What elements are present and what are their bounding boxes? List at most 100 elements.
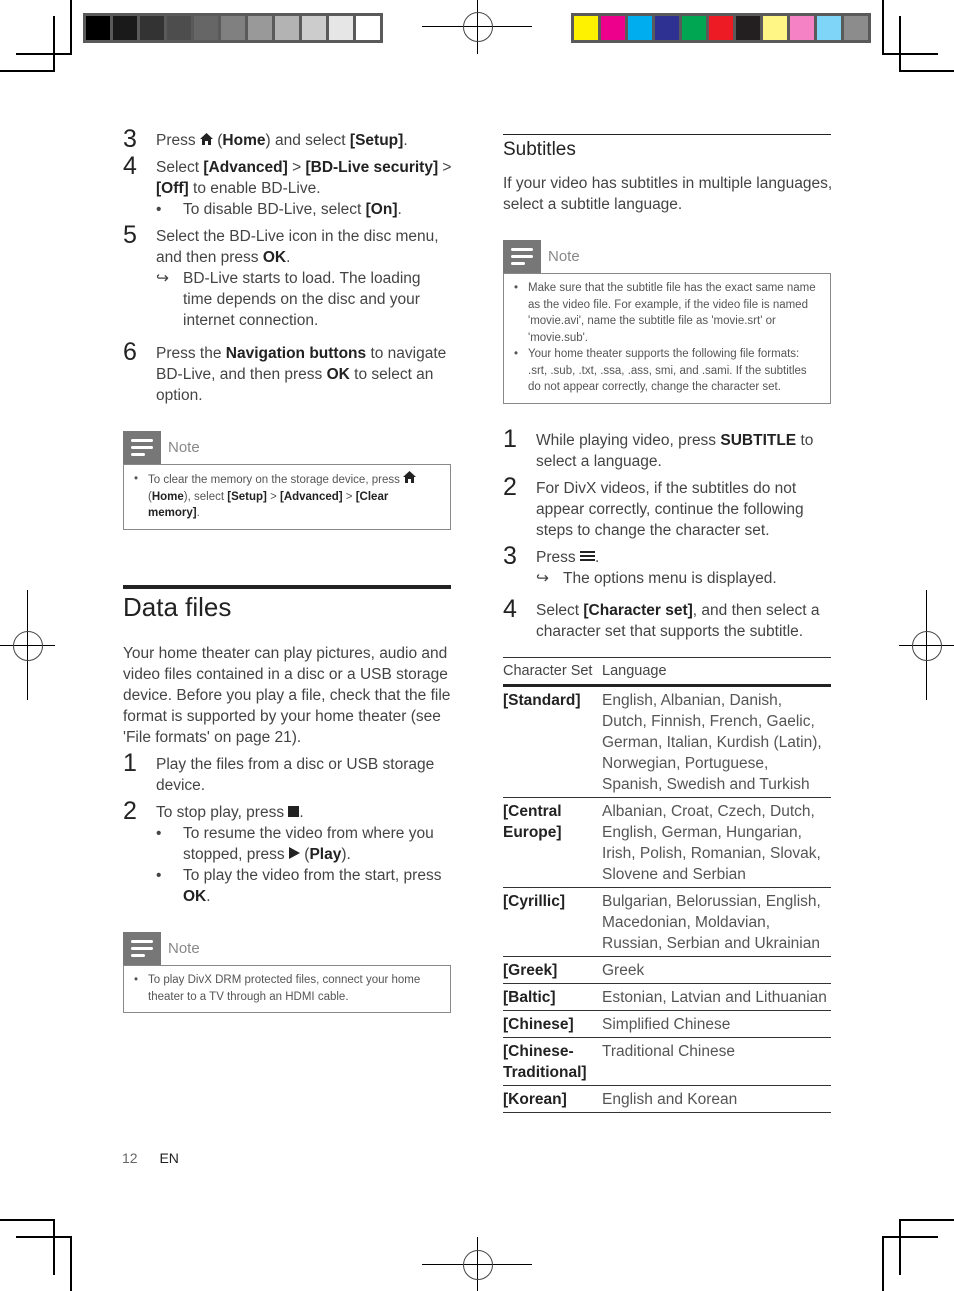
step-4: 4 Select [Character set], and then select… <box>503 595 833 642</box>
result-arrow-icon: ↪ <box>536 570 549 587</box>
ui-term: [Advanced] <box>279 490 343 503</box>
ui-term: OK <box>326 366 350 383</box>
bullet-icon: • <box>514 282 519 294</box>
color-swatch <box>655 16 679 40</box>
home-icon <box>199 130 213 151</box>
table-row: [Standard] English, Albanian, Danish, Dut… <box>503 685 831 798</box>
stop-icon <box>288 806 300 817</box>
ui-term: OK <box>183 888 207 905</box>
section-title-subtitles: Subtitles <box>503 139 576 160</box>
ui-term: [Character set] <box>583 602 693 619</box>
language-cell: Albanian, Croat, Czech, Dutch, English, … <box>602 797 831 888</box>
table-row: [Cyrillic] Bulgarian, Belorussian, Englis… <box>503 887 831 957</box>
color-swatch <box>140 16 164 40</box>
color-swatch <box>790 16 814 40</box>
character-set-cell: [Korean] <box>503 1085 602 1113</box>
table-row: [Central Europe] Albanian, Croat, Czech, … <box>503 797 831 888</box>
section-rule <box>503 134 831 135</box>
step-number: 2 <box>503 473 517 501</box>
color-swatch <box>113 16 137 40</box>
language-cell: Estonian, Latvian and Lithuanian <box>602 983 831 1011</box>
ui-term: [Clear memory] <box>148 490 389 520</box>
note-item: • To clear the memory on the storage devi… <box>132 471 440 522</box>
note-box-divx: Note • To play DivX DRM protected files, … <box>123 932 451 1013</box>
bullet-icon: • <box>514 348 519 360</box>
table-row: [Chinese-Traditional] Traditional Chinese <box>503 1037 831 1086</box>
step-number: 3 <box>123 125 137 153</box>
note-item: • Your home theater supports the followin… <box>514 348 807 393</box>
ui-term: Play <box>309 846 342 863</box>
color-swatch <box>763 16 787 40</box>
page-footer: 12 EN <box>122 1150 179 1166</box>
color-swatch <box>248 16 272 40</box>
step-text: Press (Home) and select [Setup]. <box>156 130 408 151</box>
table-row: [Greek] Greek <box>503 956 831 984</box>
note-item: • Make sure that the subtitle file has th… <box>514 282 816 344</box>
note-icon <box>123 431 161 464</box>
step-2: 2 For DivX videos, if the subtitles do no… <box>503 473 833 541</box>
options-menu-icon <box>579 547 595 568</box>
step-text: Select [Character set], and then select … <box>536 602 820 640</box>
note-label: Note <box>168 439 200 456</box>
bullet-icon: • <box>156 825 162 842</box>
character-set-cell: [Standard] <box>503 685 602 798</box>
note-icon <box>123 932 161 965</box>
ui-term: [On] <box>365 201 398 218</box>
note-label: Note <box>548 248 580 265</box>
language-cell: Traditional Chinese <box>602 1037 831 1086</box>
step-number: 5 <box>123 221 137 249</box>
result-item: ↪ The options menu is displayed. <box>536 570 777 587</box>
color-swatch <box>817 16 841 40</box>
step-number: 6 <box>123 338 137 366</box>
color-swatch <box>275 16 299 40</box>
step-number: 3 <box>503 542 517 570</box>
character-set-cell: [Chinese-Traditional] <box>503 1037 602 1086</box>
page-number: 12 <box>122 1150 138 1166</box>
language-cell: Simplified Chinese <box>602 1010 831 1038</box>
note-box-subtitles: Note • Make sure that the subtitle file h… <box>503 240 831 404</box>
section-title-data-files: Data files <box>123 592 232 622</box>
step-number: 2 <box>123 797 137 825</box>
step-text: Select the BD-Live icon in the disc menu… <box>156 228 439 266</box>
step-2: 2 To stop play, press . • To resume the vid… <box>123 797 453 907</box>
color-swatch <box>682 16 706 40</box>
subtitles-intro: If your video has subtitles in multiple … <box>503 175 833 213</box>
color-swatch <box>167 16 191 40</box>
bullet-icon: • <box>134 473 139 485</box>
character-set-table: Character Set Language [Standard] English, … <box>503 657 831 1113</box>
step-text: To stop play, press . <box>156 804 304 821</box>
character-set-cell: [Baltic] <box>503 983 602 1011</box>
play-icon <box>288 844 300 865</box>
step-5: 5 Select the BD-Live icon in the disc men… <box>123 221 453 331</box>
ui-term: [Setup] <box>227 490 267 503</box>
color-swatch <box>221 16 245 40</box>
table-header-cell: Language <box>602 657 831 687</box>
ui-term: [BD-Live security] <box>305 159 439 176</box>
color-swatch <box>302 16 326 40</box>
color-swatch <box>844 16 868 40</box>
language-cell: English and Korean <box>602 1085 831 1113</box>
note-label: Note <box>168 940 200 957</box>
ui-term: [Advanced] <box>203 159 288 176</box>
step-1: 1 Play the files from a disc or USB stora… <box>123 749 453 796</box>
result-item: ↪ BD-Live starts to load. The loading tim… <box>156 270 421 329</box>
color-swatch <box>709 16 733 40</box>
step-text: Play the files from a disc or USB storag… <box>156 756 435 794</box>
character-set-table-wrap: Character Set Language [Standard] English, … <box>503 657 831 1113</box>
character-set-cell: [Chinese] <box>503 1010 602 1038</box>
character-set-cell: [Cyrillic] <box>503 887 602 957</box>
cmyk-color-bar <box>571 13 871 43</box>
language-cell: Bulgarian, Belorussian, English, Macedon… <box>602 887 831 957</box>
step-text: Select [Advanced] > [BD-Live security] >… <box>156 159 452 197</box>
ui-term: Home <box>151 490 184 503</box>
step-3: 3 Press . ↪ The options menu is displayed. <box>503 542 833 589</box>
table-row: [Korean] English and Korean <box>503 1085 831 1113</box>
language-code: EN <box>159 1150 179 1166</box>
note-icon <box>503 240 541 273</box>
step-text: For DivX videos, if the subtitles do not… <box>536 480 804 539</box>
step-text: Press . <box>536 547 600 568</box>
table-header-row: Character Set Language <box>503 657 831 687</box>
step-number: 4 <box>123 152 137 180</box>
data-files-intro: Your home theater can play pictures, aud… <box>123 645 451 746</box>
section-rule <box>123 585 451 589</box>
